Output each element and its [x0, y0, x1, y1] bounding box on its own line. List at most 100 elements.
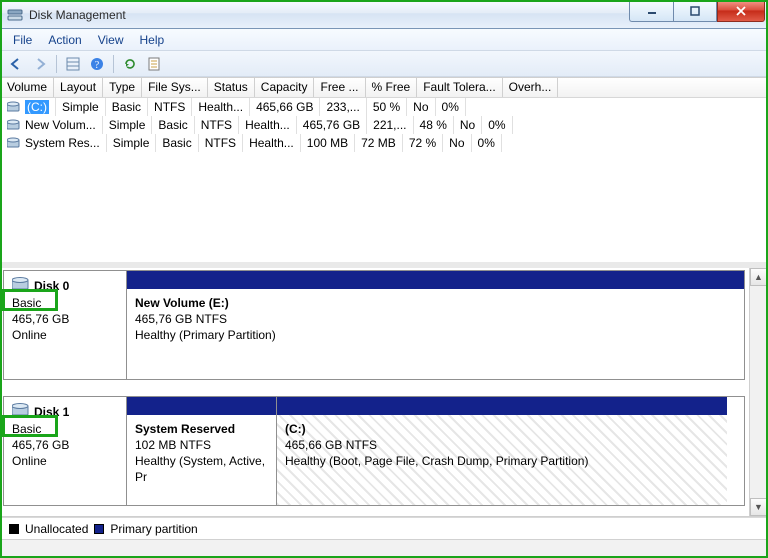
partition-header-bar: [127, 271, 744, 289]
cell-fault-tolerance: No: [407, 98, 435, 116]
partition-name-label: (C:): [285, 421, 719, 437]
legend-unallocated-label: Unallocated: [25, 522, 88, 536]
volume-name-label: System Res...: [25, 136, 100, 150]
toolbar-separator: [56, 55, 57, 73]
cell-percent-free: 50 %: [367, 98, 407, 116]
cell-capacity: 100 MB: [301, 134, 355, 152]
volume-list[interactable]: Volume Layout Type File Sys... Status Ca…: [1, 78, 767, 268]
disk-status-label: Online: [12, 453, 118, 469]
col-status[interactable]: Status: [208, 78, 255, 97]
partition[interactable]: (C:)465,66 GB NTFSHealthy (Boot, Page Fi…: [277, 397, 727, 505]
volume-name-label: New Volum...: [25, 118, 96, 132]
partition-detail-label: 465,76 GB NTFS: [135, 311, 736, 327]
col-overhead[interactable]: Overh...: [503, 78, 559, 97]
scroll-down-button[interactable]: ▼: [750, 498, 767, 516]
disk-graphical-panel: Disk 0Basic465,76 GBOnlineNew Volume (E:…: [1, 268, 767, 517]
maximize-button[interactable]: [673, 2, 717, 22]
content-area: Volume Layout Type File Sys... Status Ca…: [1, 77, 767, 539]
disk-meta[interactable]: Disk 0Basic465,76 GBOnline: [3, 270, 127, 380]
menu-view[interactable]: View: [90, 31, 132, 49]
col-layout[interactable]: Layout: [54, 78, 103, 97]
partition-detail-label: 465,66 GB NTFS: [285, 437, 719, 453]
cell-layout: Simple: [103, 116, 153, 134]
cell-layout: Simple: [107, 134, 157, 152]
cell-type: Basic: [152, 116, 194, 134]
disk-mgmt-icon: [7, 7, 23, 23]
volume-name-label: (C:): [27, 100, 47, 114]
menu-bar: File Action View Help: [1, 29, 767, 51]
cell-overhead: 0%: [436, 98, 466, 116]
disk-layout-area[interactable]: Disk 0Basic465,76 GBOnlineNew Volume (E:…: [1, 268, 749, 516]
menu-action[interactable]: Action: [40, 31, 89, 49]
disk-size-label: 465,76 GB: [12, 437, 118, 453]
disk-meta[interactable]: Disk 1Basic465,76 GBOnline: [3, 396, 127, 506]
col-type[interactable]: Type: [103, 78, 142, 97]
cell-type: Basic: [106, 98, 148, 116]
scroll-track[interactable]: [750, 286, 767, 498]
col-free[interactable]: Free ...: [314, 78, 365, 97]
disk-status-label: Online: [12, 327, 118, 343]
legend-swatch-unallocated: [9, 524, 19, 534]
partition-header-bar: [277, 397, 727, 415]
properties-button[interactable]: [143, 53, 165, 75]
volume-icon: [7, 137, 21, 149]
cell-filesystem: NTFS: [148, 98, 192, 116]
menu-help[interactable]: Help: [132, 31, 173, 49]
toolbar: ?: [1, 51, 767, 77]
cell-type: Basic: [156, 134, 198, 152]
partition[interactable]: New Volume (E:)465,76 GB NTFSHealthy (Pr…: [127, 271, 744, 379]
disk-partitions: System Reserved102 MB NTFSHealthy (Syste…: [127, 396, 745, 506]
cell-capacity: 465,76 GB: [297, 116, 367, 134]
view-list-button[interactable]: [62, 53, 84, 75]
col-fault-tolerance[interactable]: Fault Tolera...: [417, 78, 502, 97]
partition-detail-label: 102 MB NTFS: [135, 437, 268, 453]
legend: Unallocated Primary partition: [1, 517, 767, 539]
cell-layout: Simple: [56, 98, 106, 116]
volume-icon: [7, 119, 21, 131]
volume-icon: [7, 101, 21, 113]
svg-text:?: ?: [95, 60, 100, 71]
cell-status: Health...: [239, 116, 297, 134]
vertical-scrollbar[interactable]: ▲ ▼: [749, 268, 767, 516]
cell-capacity: 465,66 GB: [250, 98, 320, 116]
cell-filesystem: NTFS: [195, 116, 239, 134]
scroll-up-button[interactable]: ▲: [750, 268, 767, 286]
forward-button[interactable]: [29, 53, 51, 75]
window-title: Disk Management: [29, 8, 126, 22]
disk-row: Disk 0Basic465,76 GBOnlineNew Volume (E:…: [3, 270, 749, 380]
toolbar-separator: [113, 55, 114, 73]
volume-row[interactable]: (C:)SimpleBasicNTFSHealth...465,66 GB233…: [1, 98, 767, 116]
col-percent-free[interactable]: % Free: [366, 78, 418, 97]
col-volume[interactable]: Volume: [1, 78, 54, 97]
volume-row[interactable]: New Volum... SimpleBasicNTFSHealth...465,…: [1, 116, 767, 134]
partition-health-label: Healthy (Boot, Page File, Crash Dump, Pr…: [285, 453, 719, 469]
partition-name-label: System Reserved: [135, 421, 268, 437]
volume-row[interactable]: System Res...SimpleBasicNTFSHealth...100…: [1, 134, 767, 152]
partition-health-label: Healthy (System, Active, Pr: [135, 453, 268, 485]
back-button[interactable]: [5, 53, 27, 75]
help-button[interactable]: ?: [86, 53, 108, 75]
volume-rows: (C:)SimpleBasicNTFSHealth...465,66 GB233…: [1, 98, 767, 152]
close-button[interactable]: [717, 2, 765, 22]
disk-size-label: 465,76 GB: [12, 311, 118, 327]
highlight-box: [2, 415, 58, 437]
partition-health-label: Healthy (Primary Partition): [135, 327, 736, 343]
cell-percent-free: 72 %: [403, 134, 443, 152]
window-controls: [629, 2, 765, 22]
col-capacity[interactable]: Capacity: [255, 78, 315, 97]
volume-list-header[interactable]: Volume Layout Type File Sys... Status Ca…: [1, 78, 767, 98]
partition-header-bar: [127, 397, 276, 415]
legend-swatch-primary: [94, 524, 104, 534]
cell-free: 72 MB: [355, 134, 403, 152]
cell-filesystem: NTFS: [199, 134, 243, 152]
cell-free: 221,...: [367, 116, 413, 134]
partition-name-label: New Volume (E:): [135, 295, 736, 311]
menu-file[interactable]: File: [5, 31, 40, 49]
col-filesystem[interactable]: File Sys...: [142, 78, 208, 97]
disk-row: Disk 1Basic465,76 GBOnlineSystem Reserve…: [3, 396, 749, 506]
partition[interactable]: System Reserved102 MB NTFSHealthy (Syste…: [127, 397, 277, 505]
status-bar: [1, 539, 767, 557]
cell-overhead: 0%: [482, 116, 512, 134]
refresh-button[interactable]: [119, 53, 141, 75]
minimize-button[interactable]: [629, 2, 673, 22]
